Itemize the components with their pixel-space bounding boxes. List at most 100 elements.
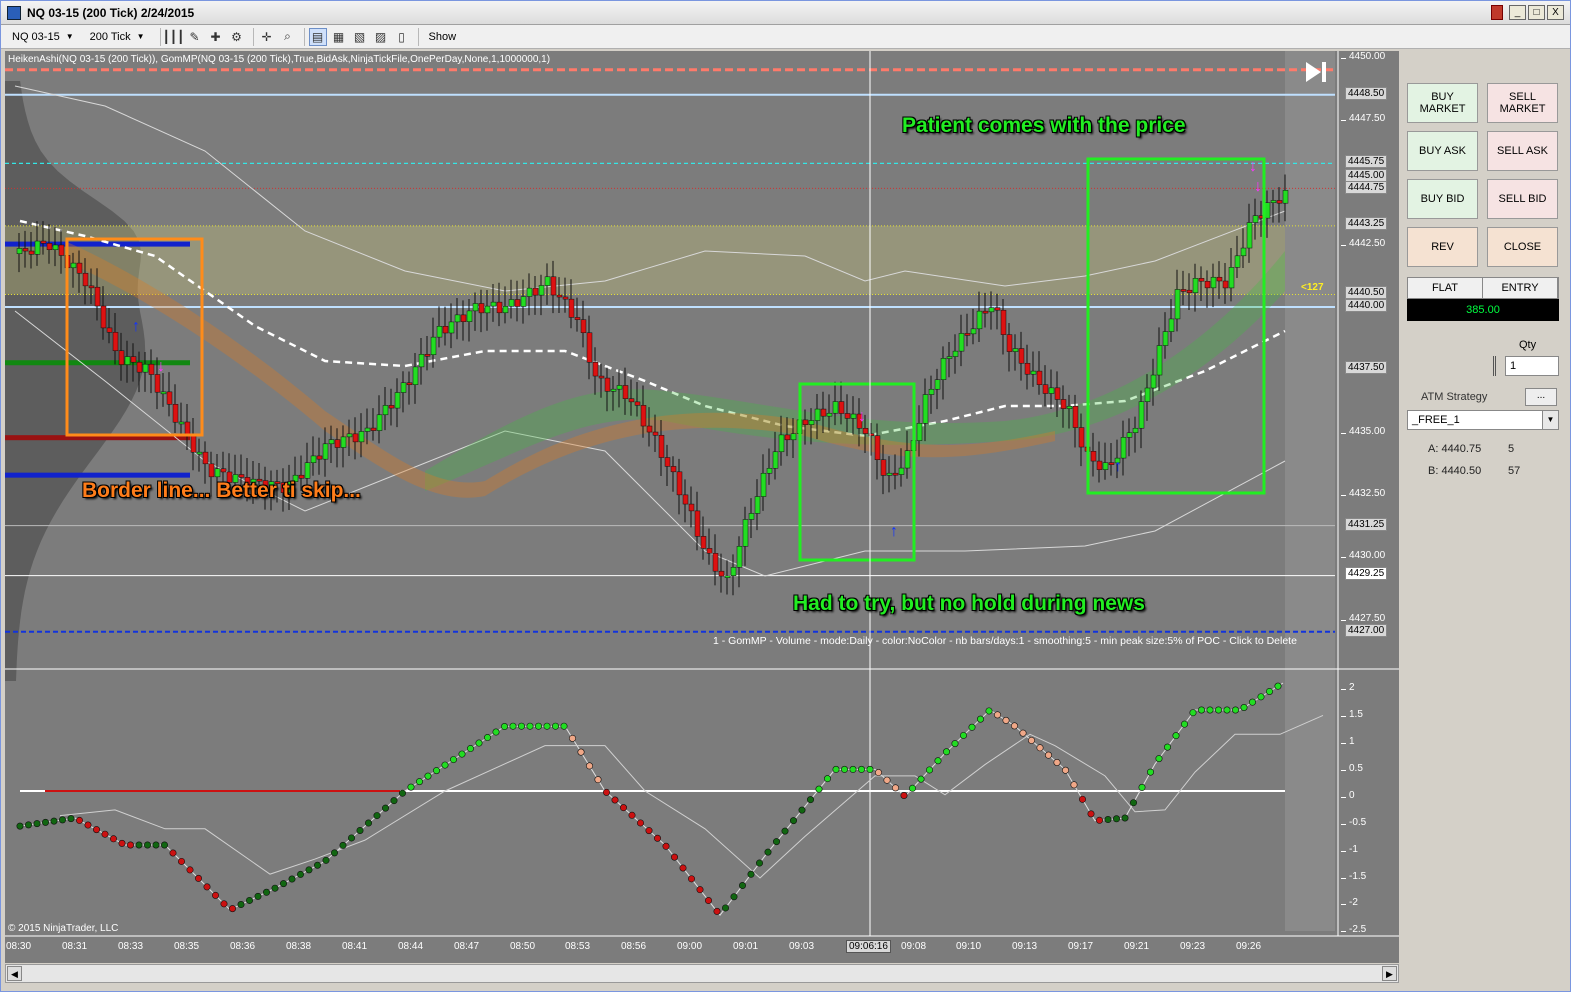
osc-dot <box>1130 799 1138 807</box>
strategy-icon[interactable]: ⚙ <box>228 28 246 46</box>
osc-dot <box>781 827 789 835</box>
buy-ask-button[interactable]: BUY ASK <box>1407 131 1478 171</box>
sell-bid-button[interactable]: SELL BID <box>1487 179 1558 219</box>
reverse-button[interactable]: REV <box>1407 227 1478 267</box>
zoom-icon[interactable]: ⌕ <box>279 28 297 46</box>
osc-dot <box>1223 706 1231 714</box>
annotation-news[interactable]: Had to try, but no hold during news <box>793 592 1145 616</box>
sell-ask-button[interactable]: SELL ASK <box>1487 131 1558 171</box>
osc-dot <box>696 886 704 894</box>
title-bar[interactable]: NQ 03-15 (200 Tick) 2/24/2015 _ □ X <box>1 1 1570 25</box>
bar-type-icon[interactable]: ┃┃┃ <box>163 28 185 46</box>
osc-dot <box>976 715 984 723</box>
candle-body <box>352 433 359 443</box>
candle-body <box>478 303 485 314</box>
chart-trader-icon[interactable]: ▤ <box>308 27 327 46</box>
add-indicator-icon[interactable]: ✚ <box>207 28 225 46</box>
horizontal-scrollbar[interactable]: ◀ ▶ <box>5 964 1399 983</box>
annotation-border-line[interactable]: Border line... Better ti skip... <box>82 479 361 503</box>
candle-body <box>370 427 377 431</box>
template-icon[interactable]: ▯ <box>393 28 411 46</box>
crosshair-icon[interactable]: ✛ <box>258 28 276 46</box>
osc-dot <box>212 891 220 899</box>
osc-dot <box>840 765 848 773</box>
candle-body <box>736 546 743 568</box>
candle-body <box>1240 247 1247 257</box>
quantity-stepper[interactable]: 1 <box>1505 356 1559 376</box>
osc-dot <box>942 748 950 756</box>
candle-body <box>850 413 857 419</box>
print-icon[interactable]: ▨ <box>372 28 390 46</box>
position-display: FLAT ENTRY 385.00 <box>1407 277 1559 325</box>
candle-body <box>1006 334 1013 352</box>
minimize-button[interactable]: _ <box>1509 5 1526 20</box>
scroll-left-arrow[interactable]: ◀ <box>7 966 22 981</box>
close-position-button[interactable]: CLOSE <box>1487 227 1558 267</box>
osc-dot <box>832 765 840 773</box>
price-tick: 4432.50 <box>1341 488 1385 499</box>
show-menu[interactable]: Show <box>429 31 457 43</box>
gom-indicator-label[interactable]: 1 - GomMP - Volume - mode:Daily - color:… <box>713 635 1297 647</box>
indicator-label[interactable]: HeikenAshi(NQ 03-15 (200 Tick)), GomMP(N… <box>8 54 550 65</box>
close-button[interactable]: X <box>1547 5 1564 20</box>
candle-body <box>820 408 827 417</box>
osc-dot <box>1121 814 1129 822</box>
osc-dot <box>500 723 508 731</box>
osc-dot <box>466 745 474 753</box>
chart-canvas[interactable]: ↑ ↑ ↑ ↓ ↓ ↓ ↓ <box>5 51 1399 963</box>
candle-body <box>676 471 683 496</box>
annotation-patient[interactable]: Patient comes with the price <box>902 114 1186 138</box>
osc-dot <box>1155 755 1163 763</box>
maximize-button[interactable]: □ <box>1528 5 1545 20</box>
osc-dot <box>237 901 245 909</box>
price-chart[interactable]: ↑ ↑ ↑ ↓ ↓ ↓ ↓ HeikenAshi(NQ 03-15 (200 Tick)),… <box>5 51 1399 963</box>
osc-dot <box>271 884 279 892</box>
osc-dot <box>764 848 772 856</box>
candle-body <box>946 356 953 359</box>
sell-market-button[interactable]: SELL MARKET <box>1487 83 1558 123</box>
candle-body <box>904 450 911 469</box>
candle-body <box>562 296 569 300</box>
buy-bid-button[interactable]: BUY BID <box>1407 179 1478 219</box>
candle-body <box>724 575 731 578</box>
osc-signal-line <box>19 682 1284 917</box>
price-axis[interactable]: 4450.00 4447.50 4442.50 4435.00 4432.50 … <box>1341 51 1399 963</box>
sell-arrow-icon: ↓ <box>157 358 165 375</box>
buy-market-button[interactable]: BUY MARKET <box>1407 83 1478 123</box>
price-tick: 4447.50 <box>1341 113 1385 124</box>
interval-selector[interactable]: 200 Tick ▼ <box>85 28 150 46</box>
time-label: 09:21 <box>1124 941 1150 952</box>
osc-dot <box>713 907 721 915</box>
candle-body <box>400 382 407 393</box>
candle-body <box>700 536 707 549</box>
osc-dot <box>33 820 41 828</box>
properties-icon[interactable]: ▧ <box>351 28 369 46</box>
osc-dot <box>254 892 262 900</box>
price-marker: 4448.50 <box>1345 87 1388 100</box>
osc-dot <box>1215 706 1223 714</box>
volume-profile <box>5 81 146 681</box>
scroll-right-arrow[interactable]: ▶ <box>1382 966 1397 981</box>
candle-body <box>532 287 539 296</box>
candle-body <box>328 439 335 445</box>
candle-body <box>574 317 581 320</box>
link-button[interactable] <box>1491 5 1503 20</box>
osc-dot <box>917 775 925 783</box>
osc-dot <box>594 776 602 784</box>
instrument-label: NQ 03-15 <box>12 30 60 43</box>
osc-dot <box>347 834 355 842</box>
pencil-icon[interactable]: ✎ <box>186 28 204 46</box>
data-box-icon[interactable]: ▦ <box>330 28 348 46</box>
sell-arrow-icon: ↓ <box>858 408 866 425</box>
atm-more-button[interactable]: ... <box>1525 388 1557 406</box>
candle-body <box>1096 460 1103 470</box>
position-pnl: 385.00 <box>1407 299 1559 321</box>
osc-tick: -1.5 <box>1341 871 1366 882</box>
instrument-selector[interactable]: NQ 03-15 ▼ <box>7 28 79 46</box>
atm-strategy-select[interactable]: _FREE_1 ▼ <box>1407 410 1559 430</box>
osc-dot <box>1206 706 1214 714</box>
candle-body <box>1150 374 1157 389</box>
candle-body <box>544 276 551 286</box>
osc-dot <box>704 897 712 905</box>
osc-dot <box>246 896 254 904</box>
